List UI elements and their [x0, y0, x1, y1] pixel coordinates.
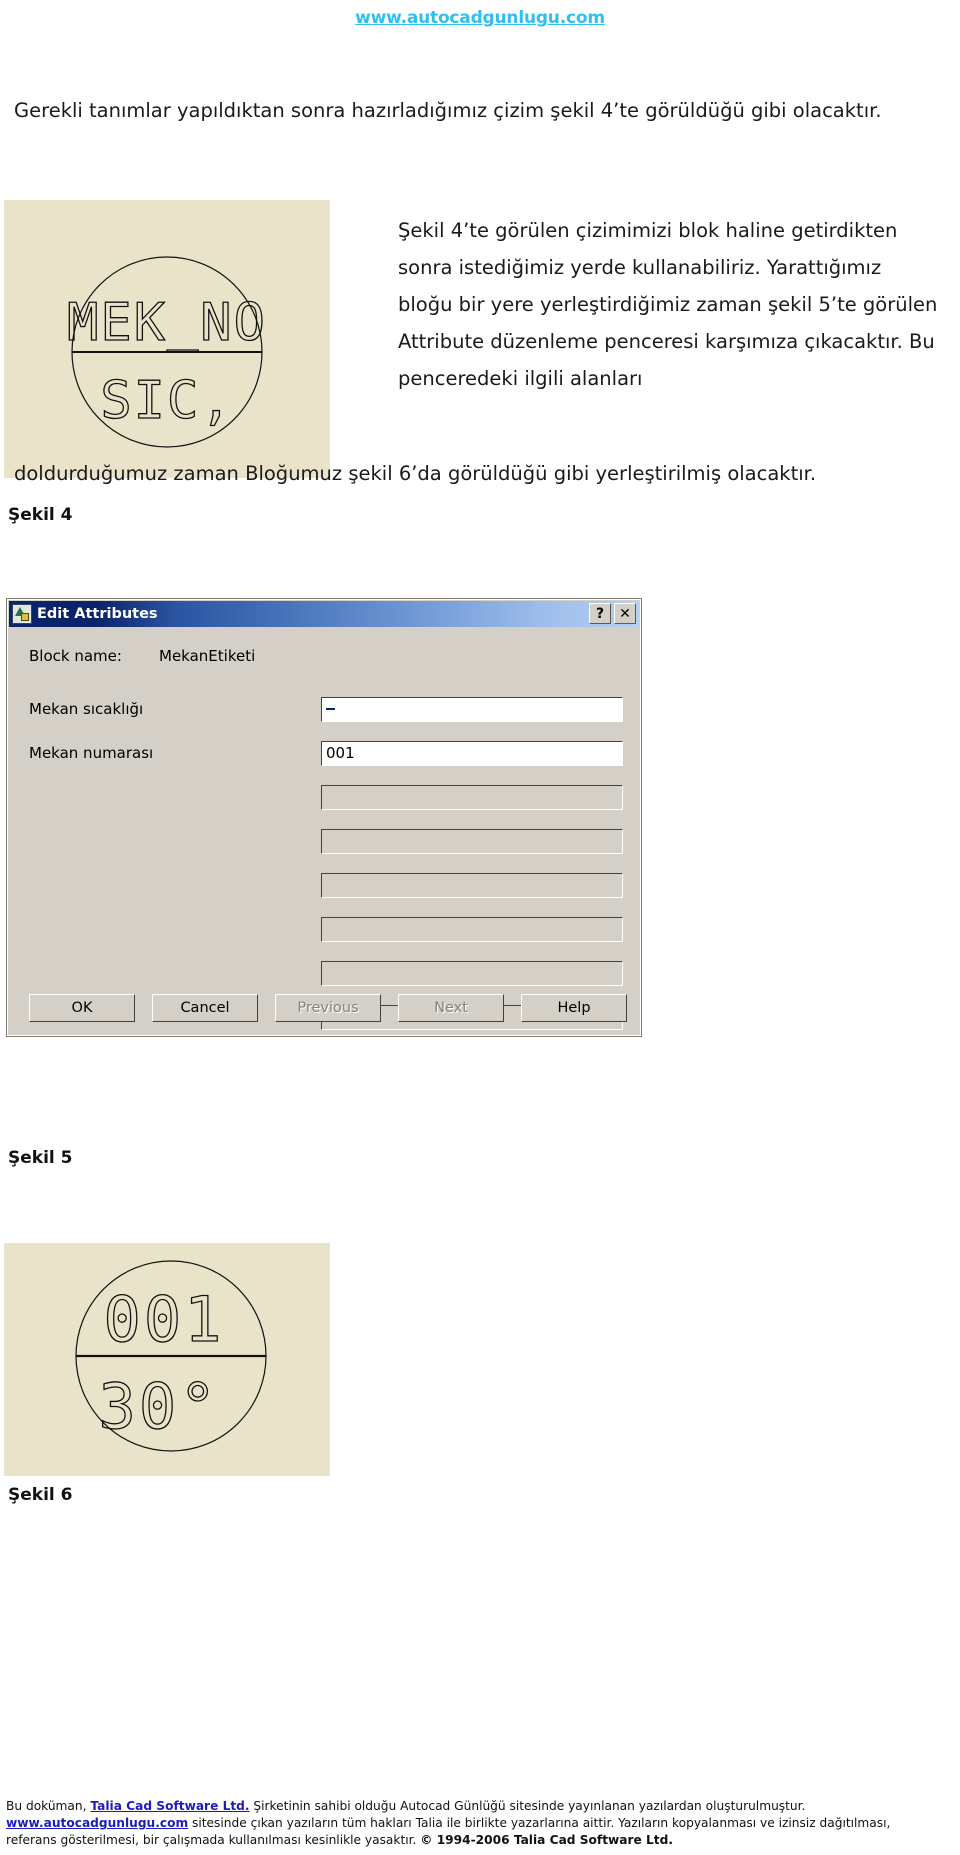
attribute-value-input[interactable] [321, 872, 623, 898]
attribute-row [7, 863, 641, 907]
footer-copyright: © 1994-2006 Talia Cad Software Ltd. [420, 1833, 673, 1847]
footer-line-3: referans gösterilmesi, bir çalışmada kul… [6, 1832, 954, 1849]
footer-line-1: Bu doküman, Talia Cad Software Ltd. Şirk… [6, 1798, 954, 1815]
attribute-value-input[interactable] [321, 828, 623, 854]
figure-sekil6-image: 001 30° [4, 1243, 330, 1476]
block-name-value: MekanEtiketi [159, 647, 256, 665]
attribute-label: Mekan numarası [29, 744, 154, 762]
paragraph-intro: Gerekli tanımlar yapıldıktan sonra hazır… [14, 99, 882, 122]
block-name-label: Block name: [29, 647, 122, 665]
attribute-row [7, 775, 641, 819]
footer-legal: Bu doküman, Talia Cad Software Ltd. Şirk… [6, 1798, 954, 1849]
site-link-footer[interactable]: www.autocadgunlugu.com [6, 1816, 188, 1830]
dialog-body: Block name: MekanEtiketi Mekan sıcaklığı … [7, 627, 641, 1036]
attribute-row: Mekan sıcaklığı [7, 687, 641, 731]
figure-sekil4-image: MEK_NO SIC, [4, 200, 330, 478]
titlebar-button-group: ? ✕ [589, 603, 636, 624]
caption-sekil6: Şekil 6 [8, 1485, 73, 1505]
next-button[interactable]: Next [398, 994, 504, 1022]
footer-text-2b: sitesinde çıkan yazıların tüm hakları Ta… [188, 1816, 891, 1830]
caption-sekil5: Şekil 5 [8, 1148, 73, 1168]
cancel-button[interactable]: Cancel [152, 994, 258, 1022]
attribute-rows: Mekan sıcaklığı Mekan numarası 001 [7, 687, 641, 1039]
svg-text:30°: 30° [99, 1370, 220, 1443]
svg-text:MEK_NO: MEK_NO [67, 293, 267, 353]
attribute-value-selection [326, 708, 335, 710]
attribute-value-input[interactable] [321, 916, 623, 942]
attribute-row [7, 907, 641, 951]
edit-attributes-dialog: Edit Attributes ? ✕ Block name: MekanEtik… [6, 598, 642, 1037]
cad-drawing-sekil6: 001 30° [75, 1260, 267, 1452]
close-icon-button[interactable]: ✕ [614, 603, 636, 624]
attribute-row [7, 951, 641, 995]
dialog-titlebar[interactable]: Edit Attributes ? ✕ [9, 601, 639, 627]
footer-text-3a: referans gösterilmesi, bir çalışmada kul… [6, 1833, 421, 1847]
attribute-value-input[interactable] [321, 784, 623, 810]
attribute-row [7, 819, 641, 863]
paragraph-fill-result: doldurduğumuz zaman Bloğumuz şekil 6’da … [14, 462, 817, 485]
attribute-value-input[interactable] [321, 696, 623, 722]
caption-sekil4: Şekil 4 [8, 505, 73, 525]
paragraph-block-explanation: Şekil 4’te görülen çizimimizi blok halin… [398, 219, 938, 390]
footer-text-1b: Şirketinin sahibi olduğu Autocad Günlüğü… [249, 1799, 806, 1813]
footer-text-1a: Bu doküman, [6, 1799, 91, 1813]
attribute-label: Mekan sıcaklığı [29, 700, 144, 718]
ok-button[interactable]: OK [29, 994, 135, 1022]
block-name-row: Block name: MekanEtiketi [29, 647, 255, 665]
document-page: www.autocadgunlugu.com Gerekli tanımlar … [0, 0, 960, 1855]
footer-line-2: www.autocadgunlugu.com sitesinde çıkan y… [6, 1815, 954, 1832]
autocad-block-icon [12, 604, 32, 624]
svg-text:001: 001 [104, 1283, 225, 1356]
help-button[interactable]: Help [521, 994, 627, 1022]
help-icon-button[interactable]: ? [589, 603, 611, 624]
dialog-button-row: OK Cancel Previous Next Help [7, 994, 641, 1022]
previous-button[interactable]: Previous [275, 994, 381, 1022]
attribute-value-input[interactable] [321, 960, 623, 986]
dialog-title: Edit Attributes [37, 606, 158, 622]
svg-text:SIC,: SIC, [100, 371, 233, 431]
attribute-value-input[interactable]: 001 [321, 740, 623, 766]
site-url-link[interactable]: www.autocadgunlugu.com [0, 8, 960, 28]
attribute-row: Mekan numarası 001 [7, 731, 641, 775]
cad-drawing-sekil4: MEK_NO SIC, [66, 256, 267, 448]
talia-link[interactable]: Talia Cad Software Ltd. [90, 1799, 249, 1813]
